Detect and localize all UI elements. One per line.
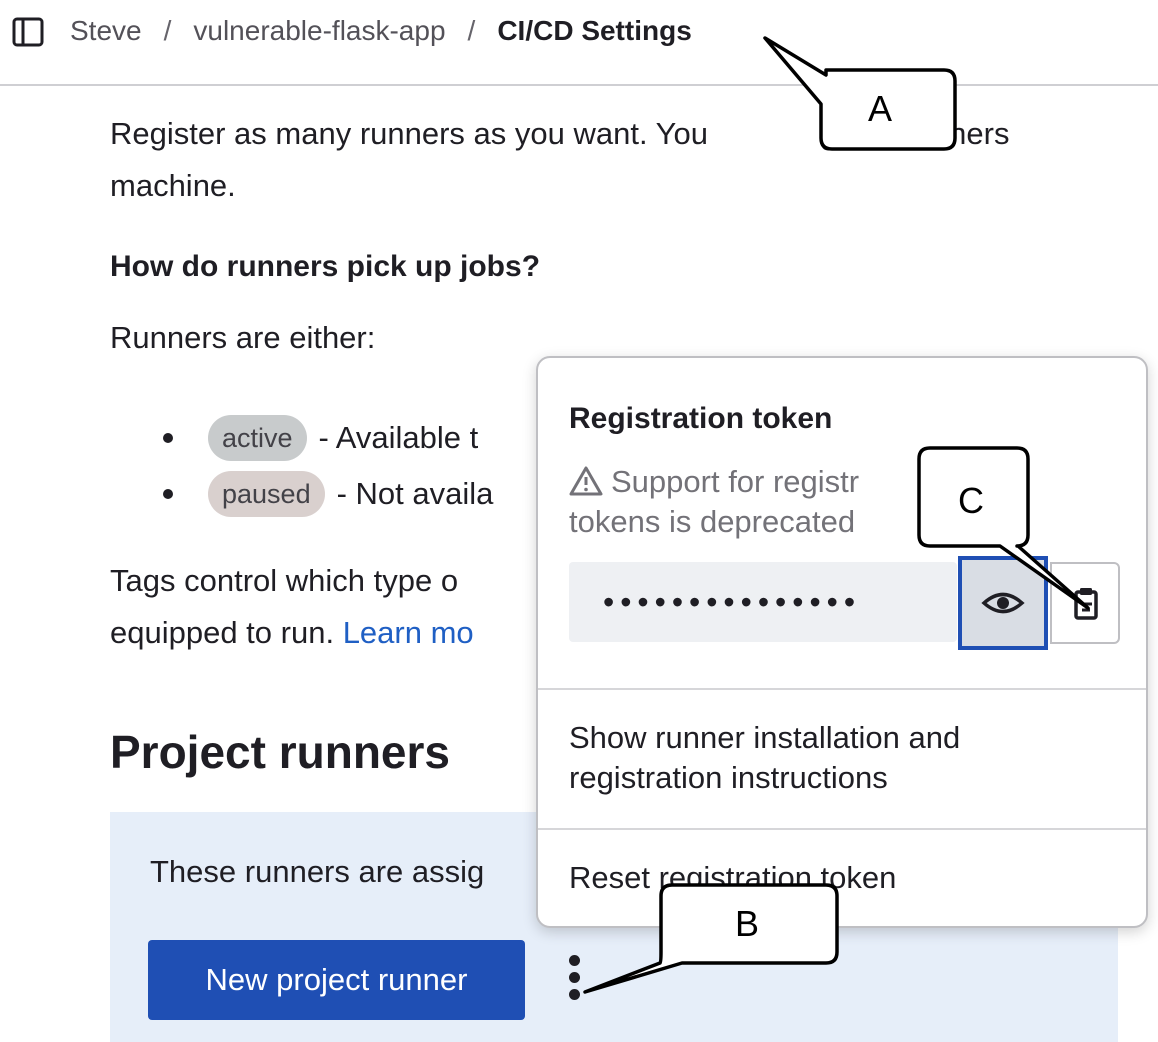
- breadcrumb-item-project[interactable]: vulnerable-flask-app: [193, 15, 445, 47]
- registration-token-title: Registration token: [569, 402, 833, 435]
- status-badge-paused: paused: [208, 471, 325, 517]
- top-bar: Steve / vulnerable-flask-app / CI/CD Set…: [0, 0, 1158, 86]
- warning-line-1: Support for registr: [611, 464, 860, 499]
- show-instructions-menu-item[interactable]: Show runner installation and registratio…: [569, 718, 1089, 798]
- dropdown-divider: [538, 828, 1146, 830]
- breadcrumb-item-steve[interactable]: Steve: [70, 15, 142, 47]
- breadcrumb-item-current[interactable]: CI/CD Settings: [497, 15, 691, 47]
- callout-label-b: B: [735, 903, 760, 944]
- breadcrumb: Steve / vulnerable-flask-app / CI/CD Set…: [70, 12, 692, 50]
- registration-token-field[interactable]: •••••••••••••••: [569, 562, 957, 642]
- kebab-icon[interactable]: [560, 952, 588, 1008]
- callout-label-c: C: [958, 480, 984, 521]
- intro-line-2: machine.: [110, 168, 236, 203]
- intro-paragraph: Register as many runners as you want. Yo…: [110, 108, 1158, 212]
- intro-line-1-tail: gister runners: [819, 116, 1010, 151]
- list-item: active - Available t: [162, 410, 493, 466]
- registration-token-dropdown: Registration token Support for registr t…: [536, 356, 1148, 928]
- new-project-runner-button[interactable]: New project runner: [148, 940, 525, 1020]
- intro-line-1: Register as many runners as you want. Yo…: [110, 116, 708, 151]
- deprecation-warning: Support for registr tokens is deprecated: [569, 462, 919, 542]
- breadcrumb-separator: /: [163, 15, 172, 46]
- dropdown-divider: [538, 688, 1146, 690]
- assigned-runners-text: These runners are assig: [150, 854, 485, 889]
- reset-token-menu-item[interactable]: Reset registration token: [569, 858, 896, 898]
- breadcrumb-separator: /: [467, 15, 476, 46]
- tags-line-1: Tags control which type o: [110, 563, 459, 598]
- tags-line-2: equipped to run.: [110, 615, 343, 650]
- runner-status-list: active - Available t paused - Not availa: [162, 410, 494, 522]
- token-mask: •••••••••••••••: [603, 584, 862, 620]
- list-item-text: - Available t: [318, 420, 479, 455]
- list-item-text: - Not availa: [336, 476, 494, 511]
- learn-more-link[interactable]: Learn mo: [343, 615, 474, 650]
- list-item: paused - Not availa: [162, 466, 494, 522]
- copy-icon: [1074, 588, 1098, 620]
- callout-label-a: A: [868, 88, 893, 129]
- show-token-button[interactable]: [958, 556, 1048, 650]
- copy-token-button[interactable]: [1050, 562, 1120, 644]
- project-runners-heading: Project runners: [110, 726, 450, 778]
- warning-line-2: tokens is deprecated: [569, 504, 856, 539]
- sidebar-toggle-icon[interactable]: [12, 16, 44, 48]
- status-badge-active: active: [208, 415, 307, 461]
- runners-either-text: Runners are either:: [110, 320, 376, 355]
- warning-icon: [569, 466, 603, 496]
- jobs-heading: How do runners pick up jobs?: [110, 250, 541, 283]
- eye-icon: [981, 592, 1025, 614]
